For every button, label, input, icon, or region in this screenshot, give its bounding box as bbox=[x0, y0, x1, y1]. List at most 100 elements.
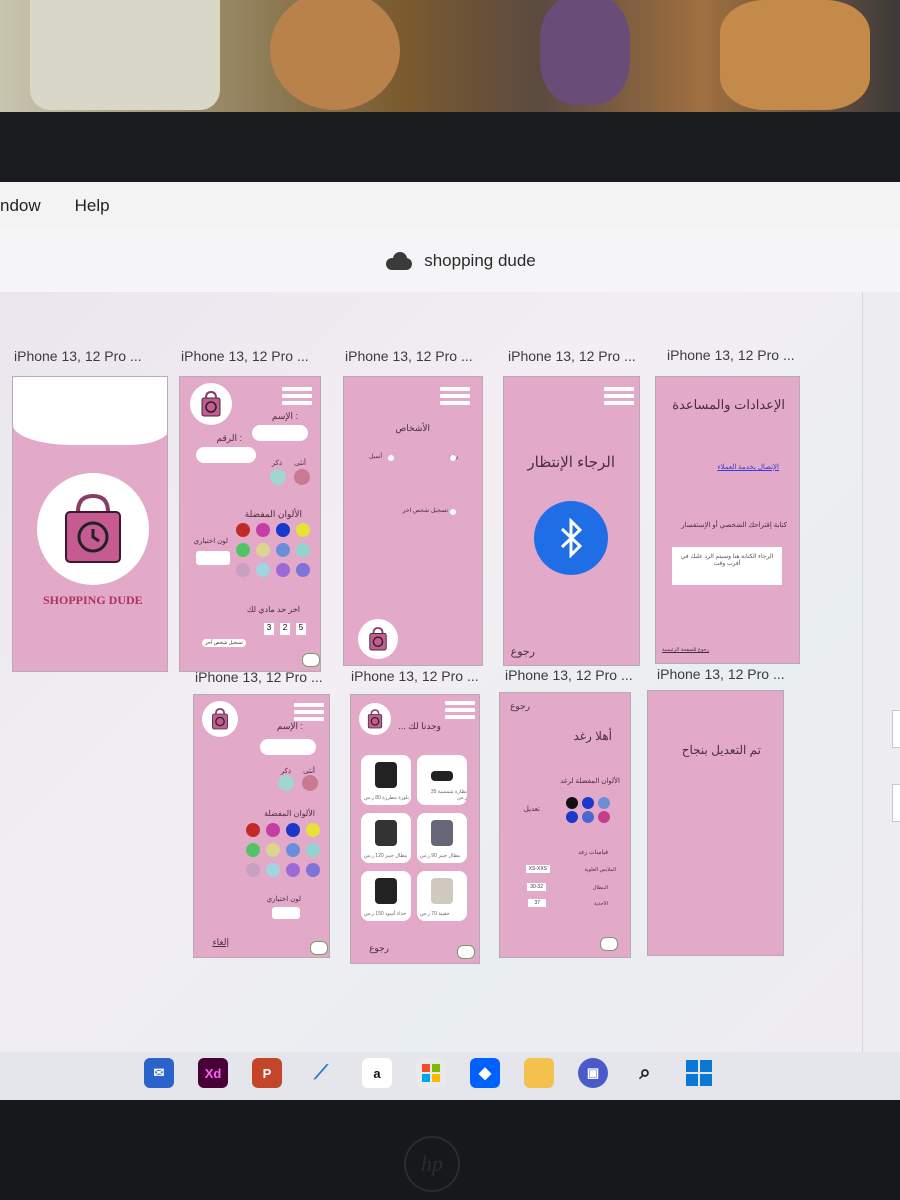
digit[interactable]: 2 bbox=[280, 623, 290, 635]
edit-link[interactable]: تعديل bbox=[524, 805, 540, 813]
artboard-splash[interactable]: SHOPPING DUDE bbox=[12, 376, 168, 672]
name-field[interactable] bbox=[252, 425, 308, 441]
digit[interactable]: 3 bbox=[264, 623, 274, 635]
radio-icon[interactable] bbox=[450, 455, 456, 461]
dropbox-icon[interactable]: ◆ bbox=[470, 1058, 500, 1088]
color-swatch[interactable] bbox=[306, 863, 320, 877]
product-card[interactable]: حذاء أسود 150 ر.س bbox=[361, 871, 411, 921]
color-swatch[interactable] bbox=[286, 843, 300, 857]
back-link[interactable]: رجوع bbox=[369, 943, 389, 954]
color-swatch[interactable] bbox=[246, 843, 260, 857]
artboard-settings[interactable]: الإعدادات والمساعدة الإتصال بخدمة العملا… bbox=[655, 376, 800, 664]
mail-icon[interactable]: ✉ bbox=[144, 1058, 174, 1088]
color-swatch[interactable] bbox=[286, 863, 300, 877]
color-swatch[interactable] bbox=[296, 543, 310, 557]
amazon-icon[interactable]: a bbox=[362, 1058, 392, 1088]
menu-icon[interactable] bbox=[440, 387, 470, 409]
color-swatch[interactable] bbox=[256, 563, 270, 577]
artboard-waiting[interactable]: الرجاء الإنتظار رجوع bbox=[503, 376, 640, 666]
document-title[interactable]: shopping dude bbox=[424, 251, 536, 271]
artboard-persons[interactable]: الأشخاص رغد أسيل تسجيل شخص اخر bbox=[343, 376, 483, 666]
product-card[interactable]: نظارة شمسية 35 ر.س bbox=[417, 755, 467, 805]
radio-icon[interactable] bbox=[450, 509, 456, 515]
male-option[interactable] bbox=[270, 469, 286, 485]
person-option-2[interactable]: أسيل bbox=[369, 453, 382, 460]
color-swatch[interactable] bbox=[266, 843, 280, 857]
artboard-label[interactable]: iPhone 13, 12 Pro ... bbox=[508, 348, 636, 364]
menu-icon[interactable] bbox=[282, 387, 312, 409]
color-swatch[interactable] bbox=[276, 543, 290, 557]
folder-icon[interactable] bbox=[524, 1058, 554, 1088]
store-icon[interactable] bbox=[416, 1058, 446, 1088]
artboard-label[interactable]: iPhone 13, 12 Pro ... bbox=[345, 348, 473, 364]
back-link[interactable]: رجوع bbox=[511, 645, 535, 658]
artboard-profile[interactable]: : الإسم : الرقم أنثى ذكر الألوان المفضلة… bbox=[179, 376, 321, 672]
color-swatch[interactable] bbox=[266, 863, 280, 877]
number-field[interactable] bbox=[196, 447, 256, 463]
male-option[interactable] bbox=[278, 775, 294, 791]
color-swatch[interactable] bbox=[276, 523, 290, 537]
female-option[interactable] bbox=[302, 775, 318, 791]
color-swatch[interactable] bbox=[306, 823, 320, 837]
product-card[interactable]: بنطال جينز 90 ر.س bbox=[417, 813, 467, 863]
next-arrow-icon[interactable] bbox=[600, 937, 618, 951]
vscode-icon[interactable]: ⟋ bbox=[306, 1058, 336, 1088]
product-card[interactable]: بنطال جينز 120 ر.س bbox=[361, 813, 411, 863]
menu-icon[interactable] bbox=[445, 701, 475, 723]
female-option[interactable] bbox=[294, 469, 310, 485]
color-swatch[interactable] bbox=[276, 563, 290, 577]
color-swatch[interactable] bbox=[246, 863, 260, 877]
xd-icon[interactable]: Xd bbox=[198, 1058, 228, 1088]
digit[interactable]: 5 bbox=[296, 623, 306, 635]
radio-icon[interactable] bbox=[388, 455, 394, 461]
chat-icon[interactable]: ▣ bbox=[578, 1058, 608, 1088]
panel-control[interactable] bbox=[892, 784, 900, 822]
suggestion-textarea[interactable]: الرجاء الكتابة هنا وسيتم الرد عليك في أق… bbox=[672, 547, 782, 585]
artboard-label[interactable]: iPhone 13, 12 Pro ... bbox=[351, 668, 479, 684]
artboard-label[interactable]: iPhone 13, 12 Pro ... bbox=[14, 348, 142, 364]
artboard-label[interactable]: iPhone 13, 12 Pro ... bbox=[657, 666, 785, 682]
artboard-label[interactable]: iPhone 13, 12 Pro ... bbox=[181, 348, 309, 364]
artboard-found[interactable]: وجدنا لك ... بلوزة مطرزة 80 ر.س نظارة شم… bbox=[350, 694, 480, 964]
back-link[interactable]: رجوع bbox=[510, 701, 530, 712]
color-swatch[interactable] bbox=[286, 823, 300, 837]
powerpoint-icon[interactable]: P bbox=[252, 1058, 282, 1088]
color-swatch[interactable] bbox=[256, 543, 270, 557]
artboard-hello[interactable]: رجوع أهلا رغد الألوان المفضلة لرغد تعديل… bbox=[499, 692, 631, 958]
artboard-done[interactable]: تم التعديل بنجاح bbox=[647, 690, 784, 956]
artboard-label[interactable]: iPhone 13, 12 Pro ... bbox=[505, 667, 633, 683]
my-color-field[interactable] bbox=[196, 551, 230, 565]
artboard-label[interactable]: iPhone 13, 12 Pro ... bbox=[195, 669, 323, 685]
my-color-field[interactable] bbox=[272, 907, 300, 919]
color-swatch[interactable] bbox=[236, 523, 250, 537]
artboard-label[interactable]: iPhone 13, 12 Pro ... bbox=[667, 347, 795, 363]
color-swatch[interactable] bbox=[236, 543, 250, 557]
cancel-link[interactable]: إلغاء bbox=[212, 937, 229, 948]
next-arrow-icon[interactable] bbox=[310, 941, 328, 955]
color-swatch[interactable] bbox=[266, 823, 280, 837]
menu-window[interactable]: ndow bbox=[0, 196, 41, 216]
name-field[interactable] bbox=[260, 739, 316, 755]
search-icon[interactable]: ⌕ bbox=[630, 1058, 660, 1088]
menu-help[interactable]: Help bbox=[75, 196, 110, 216]
contact-support-link[interactable]: الإتصال بخدمة العملاء bbox=[717, 463, 779, 471]
product-card[interactable]: حقيبة 70 ر.س bbox=[417, 871, 467, 921]
color-swatch[interactable] bbox=[306, 843, 320, 857]
color-swatch[interactable] bbox=[256, 523, 270, 537]
home-link[interactable]: رجوع للصفحة الرئيسية bbox=[662, 647, 709, 653]
panel-control[interactable] bbox=[892, 710, 900, 748]
next-arrow-icon[interactable] bbox=[302, 653, 320, 667]
color-swatch[interactable] bbox=[296, 523, 310, 537]
artboard-profile-edit[interactable]: : الإسم أنثى ذكر الألوان المفضلة لون اخت… bbox=[193, 694, 330, 958]
design-canvas[interactable]: iPhone 13, 12 Pro ... iPhone 13, 12 Pro … bbox=[0, 292, 900, 1052]
color-swatch[interactable] bbox=[236, 563, 250, 577]
digits-row: 3 2 5 bbox=[264, 623, 306, 635]
menu-icon[interactable] bbox=[604, 387, 634, 409]
product-card[interactable]: بلوزة مطرزة 80 ر.س bbox=[361, 755, 411, 805]
color-swatch[interactable] bbox=[296, 563, 310, 577]
windows-icon[interactable] bbox=[684, 1058, 714, 1088]
color-swatch[interactable] bbox=[246, 823, 260, 837]
next-arrow-icon[interactable] bbox=[457, 945, 475, 959]
register-other-option[interactable]: تسجيل شخص اخر bbox=[402, 507, 448, 514]
register-other-button[interactable]: تسجيل شخص آخر bbox=[202, 639, 246, 647]
